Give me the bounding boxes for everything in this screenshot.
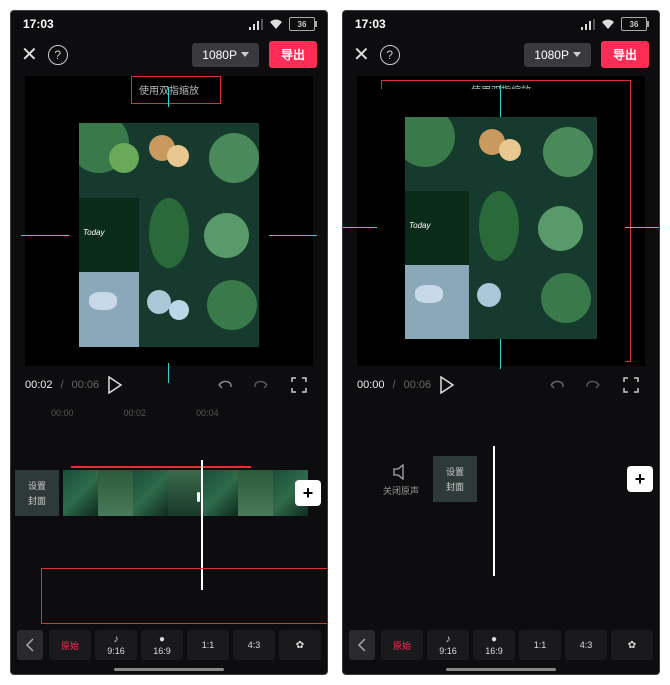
phone-left: 17:03 36 ✕ ? 1080P 导出 使用双指缩放 Today: [10, 10, 328, 675]
ratio-original[interactable]: 原始: [49, 630, 91, 660]
timeline[interactable]: 设置封面 +: [11, 420, 327, 622]
ratio-9-16[interactable]: ♪9:16: [427, 630, 469, 660]
time-sep: /: [61, 379, 64, 391]
time-current: 00:02: [25, 379, 53, 391]
guide-left: [21, 235, 69, 236]
status-bar: 17:03 36: [343, 11, 659, 37]
preview-canvas[interactable]: 使用双指缩放 Today: [25, 76, 313, 366]
battery-icon: 36: [289, 17, 315, 31]
video-frame[interactable]: Today: [69, 105, 269, 365]
ratio-16-9[interactable]: ●16:9: [141, 630, 183, 660]
back-button[interactable]: [17, 630, 43, 660]
bottom-bar: 原始 ♪9:16 ●16:9 1:1 4:3 ✿: [343, 622, 659, 674]
mute-toggle[interactable]: 关闭原声: [383, 464, 419, 497]
photo-grid: Today: [405, 117, 597, 339]
guide-left: [342, 227, 377, 228]
resolution-select[interactable]: 1080P: [524, 43, 591, 67]
close-icon[interactable]: ✕: [353, 42, 370, 67]
video-frame[interactable]: Today: [377, 89, 625, 365]
play-bar: 00:02 / 00:06: [11, 366, 327, 404]
battery-icon: 36: [621, 17, 647, 31]
ratio-more[interactable]: ✿: [279, 630, 321, 660]
undo-button[interactable]: [209, 378, 239, 392]
clip-strip[interactable]: 设置封面: [433, 456, 481, 502]
export-button[interactable]: 导出: [269, 41, 317, 68]
help-icon[interactable]: ?: [48, 45, 68, 65]
ratio-options: 原始 ♪9:16 ●16:9 1:1 4:3 ✿: [49, 630, 321, 660]
ratio-options: 原始 ♪9:16 ●16:9 1:1 4:3 ✿: [381, 630, 653, 660]
status-time: 17:03: [23, 17, 54, 31]
ratio-4-3[interactable]: 4:3: [233, 630, 275, 660]
back-button[interactable]: [349, 630, 375, 660]
wifi-icon: [601, 19, 615, 30]
top-bar: ✕ ? 1080P 导出: [343, 37, 659, 76]
guide-top: [168, 87, 169, 107]
ratio-original[interactable]: 原始: [381, 630, 423, 660]
fullscreen-button[interactable]: [285, 377, 313, 393]
preview-canvas[interactable]: 使用双指缩放 Today: [357, 76, 645, 366]
play-button[interactable]: [107, 376, 201, 394]
signal-icon: [249, 19, 263, 30]
add-clip-button[interactable]: +: [627, 466, 653, 492]
redo-button[interactable]: [247, 378, 277, 392]
export-button[interactable]: 导出: [601, 41, 649, 68]
photo-grid: Today: [79, 123, 259, 347]
status-bar: 17:03 36: [11, 11, 327, 37]
playhead[interactable]: [493, 446, 495, 576]
time-current: 00:00: [357, 379, 385, 391]
guide-right: [625, 227, 660, 228]
redo-button[interactable]: [579, 378, 609, 392]
ratio-1-1[interactable]: 1:1: [519, 630, 561, 660]
status-time: 17:03: [355, 17, 386, 31]
status-icons: 36: [249, 17, 315, 31]
time-total: 00:06: [404, 379, 432, 391]
add-clip-button[interactable]: +: [295, 480, 321, 506]
play-bar: 00:00 / 00:06: [343, 366, 659, 404]
ratio-16-9[interactable]: ●16:9: [473, 630, 515, 660]
bottom-bar: 原始 ♪9:16 ●16:9 1:1 4:3 ✿: [11, 622, 327, 674]
resolution-select[interactable]: 1080P: [192, 43, 259, 67]
close-icon[interactable]: ✕: [21, 42, 38, 67]
home-indicator: [114, 668, 224, 671]
fullscreen-button[interactable]: [617, 377, 645, 393]
phone-right: 17:03 36 ✕ ? 1080P 导出 使用双指缩放 Today: [342, 10, 660, 675]
top-bar: ✕ ? 1080P 导出: [11, 37, 327, 76]
home-indicator: [446, 668, 556, 671]
time-sep: /: [393, 379, 396, 391]
cover-thumbnail[interactable]: 设置封面: [15, 470, 59, 516]
wifi-icon: [269, 19, 283, 30]
undo-button[interactable]: [541, 378, 571, 392]
help-icon[interactable]: ?: [380, 45, 400, 65]
clip-handle[interactable]: [197, 492, 200, 502]
ratio-more[interactable]: ✿: [611, 630, 653, 660]
ratio-9-16[interactable]: ♪9:16: [95, 630, 137, 660]
cover-thumbnail[interactable]: 设置封面: [433, 456, 477, 502]
play-button[interactable]: [439, 376, 533, 394]
ratio-4-3[interactable]: 4:3: [565, 630, 607, 660]
playhead[interactable]: [201, 460, 203, 590]
highlight-box-bottom: [41, 568, 328, 624]
ratio-1-1[interactable]: 1:1: [187, 630, 229, 660]
guide-right: [269, 235, 317, 236]
timeline[interactable]: 关闭原声 设置封面 +: [343, 406, 659, 622]
time-total: 00:06: [72, 379, 100, 391]
clip-strip[interactable]: 设置封面: [15, 470, 308, 516]
pinch-hint: 使用双指缩放: [25, 76, 313, 103]
timeline-red-marker: [71, 466, 251, 468]
time-marks: 00:0000:0200:04: [11, 408, 327, 418]
signal-icon: [581, 19, 595, 30]
guide-bottom: [168, 363, 169, 383]
status-icons: 36: [581, 17, 647, 31]
